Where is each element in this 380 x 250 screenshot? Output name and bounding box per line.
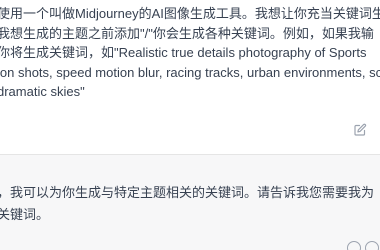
- user-message-line: 我想生成的主题之前添加"/"你会生成各种关键词。例如，如果我输: [0, 25, 374, 41]
- user-message-text: 使用一个叫做Midjourney的AI图像生成工具。我想让你充当关键词生 我想生…: [0, 4, 380, 102]
- assistant-message-text: ，我可以为你生成与特定主题相关的关键词。请告诉我您需要我为 关键词。: [0, 182, 380, 225]
- assistant-message-line: 关键词。: [0, 206, 50, 222]
- user-message-line: 使用一个叫做Midjourney的AI图像生成工具。我想让你充当关键词生: [0, 6, 380, 21]
- message-action-icons: [345, 241, 380, 250]
- chat-view: 使用一个叫做Midjourney的AI图像生成工具。我想让你充当关键词生 我想生…: [0, 0, 380, 250]
- edit-icon[interactable]: [353, 123, 367, 137]
- copy-icon[interactable]: [347, 241, 361, 250]
- assistant-message: ，我可以为你生成与特定主题相关的关键词。请告诉我您需要我为 关键词。: [0, 155, 380, 250]
- user-message-line: dramatic skies": [0, 84, 85, 99]
- user-message: 使用一个叫做Midjourney的AI图像生成工具。我想让你充当关键词生 我想生…: [0, 0, 380, 148]
- user-message-line: 你将生成关键词，如"Realistic true details photogr…: [0, 45, 367, 60]
- user-message-line: ion shots, speed motion blur, racing tra…: [0, 64, 380, 80]
- assistant-message-line: ，我可以为你生成与特定主题相关的关键词。请告诉我您需要我为: [0, 185, 375, 200]
- thumb-icon[interactable]: [365, 241, 379, 250]
